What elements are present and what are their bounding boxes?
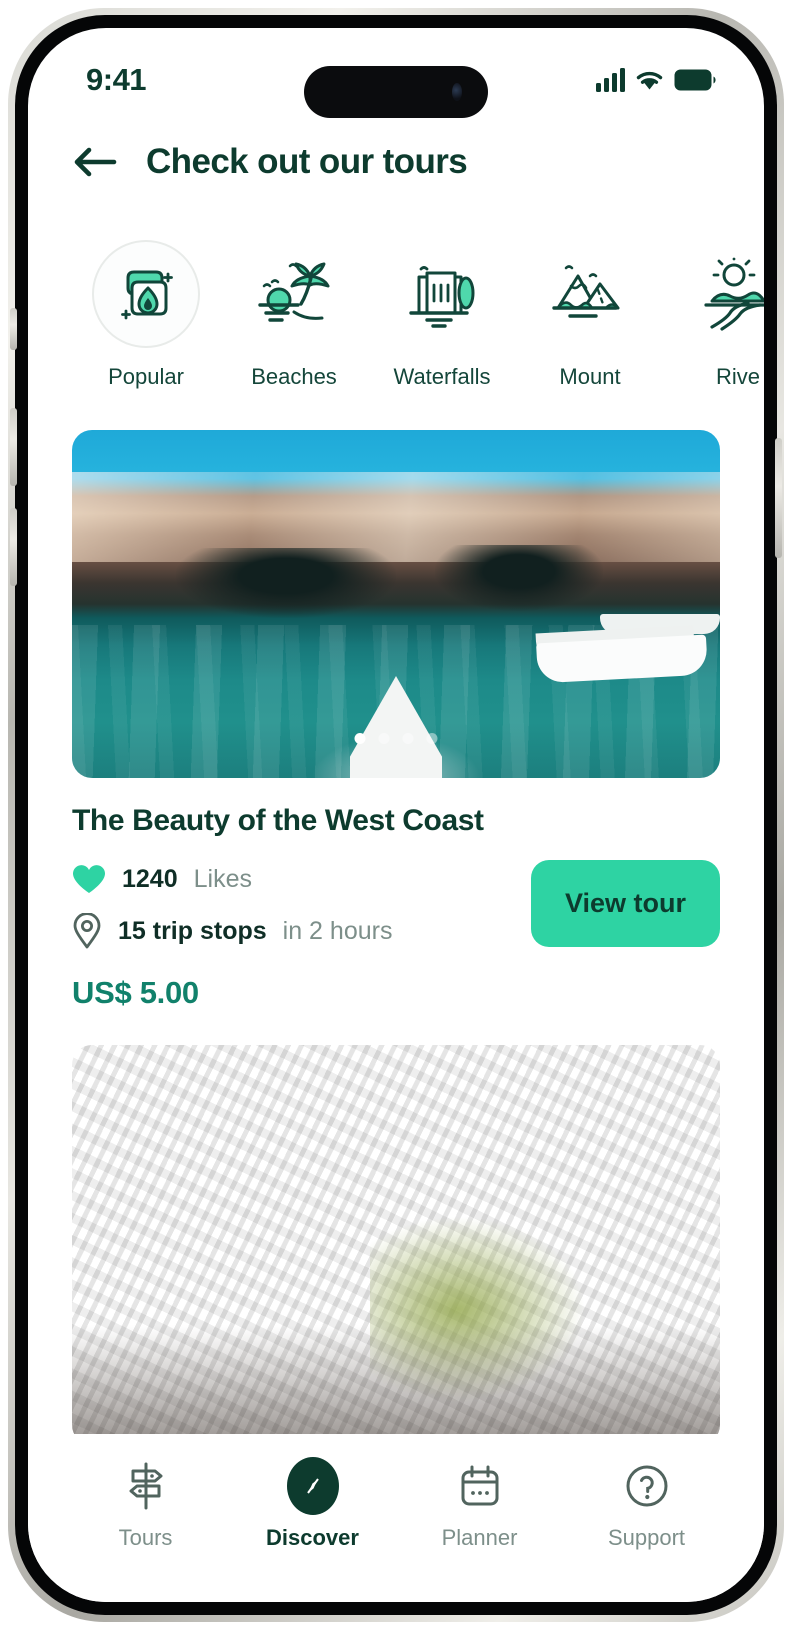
bottom-nav[interactable]: Tours Discover Planner Support — [28, 1434, 764, 1602]
phone-screen: 9:41 Check out our tours Popular Beaches… — [28, 28, 764, 1602]
phone-frame: 9:41 Check out our tours Popular Beaches… — [8, 8, 784, 1622]
view-tour-button[interactable]: View tour — [530, 860, 720, 947]
likes-label: Likes — [193, 865, 252, 893]
arrow-left-icon — [74, 147, 117, 177]
app-content: Check out our tours Popular Beaches Wate… — [28, 28, 764, 1602]
tour-body: 1240 Likes 15 trip stops in 2 hours View… — [72, 860, 720, 949]
tour-meta: 1240 Likes 15 trip stops in 2 hours — [72, 860, 392, 949]
front-camera-icon — [452, 83, 462, 101]
category-item-mount[interactable]: Mount — [516, 240, 664, 390]
nav-label: Discover — [266, 1525, 359, 1550]
nav-item-tours[interactable]: Tours — [71, 1460, 221, 1551]
nav-label: Support — [607, 1525, 686, 1550]
nav-item-support[interactable]: Support — [572, 1460, 722, 1551]
back-button[interactable] — [72, 145, 118, 179]
question-mark-icon — [623, 1460, 671, 1512]
category-strip[interactable]: Popular Beaches Waterfalls Mount Rive — [28, 192, 764, 390]
category-label: Rive — [715, 364, 760, 389]
cave-opening-left — [175, 548, 396, 618]
popular-fire-icon — [92, 240, 200, 348]
tour-price: US$ 5.00 — [72, 975, 199, 1010]
status-icons — [596, 68, 716, 92]
tour-card[interactable]: The Beauty of the West Coast 1240 Likes — [72, 430, 720, 1011]
category-label: Mount — [559, 364, 621, 389]
nav-item-discover[interactable]: Discover — [238, 1457, 388, 1551]
category-item-beaches[interactable]: Beaches — [220, 240, 368, 390]
boat-far — [600, 614, 720, 635]
beach-palm-icon — [240, 240, 348, 348]
carousel-dots[interactable] — [354, 733, 438, 744]
phone-bezel: 9:41 Check out our tours Popular Beaches… — [15, 15, 777, 1615]
heart-filled-icon — [73, 865, 105, 893]
calendar-icon — [456, 1460, 504, 1512]
map-pin-icon — [73, 913, 101, 949]
carousel-dot-2[interactable] — [378, 733, 390, 744]
volume-up-button[interactable] — [10, 408, 17, 486]
category-label: Popular — [108, 364, 184, 389]
stops-text: 15 trip stops — [118, 916, 267, 945]
cellular-signal-icon — [596, 68, 625, 92]
nav-item-planner[interactable]: Planner — [405, 1460, 555, 1551]
battery-full-icon — [674, 69, 716, 91]
tour-title: The Beauty of the West Coast — [72, 804, 484, 837]
dynamic-island[interactable] — [304, 66, 488, 118]
category-label: Beaches — [251, 364, 337, 389]
duration-text: in 2 hours — [282, 916, 393, 945]
category-item-waterfalls[interactable]: Waterfalls — [368, 240, 516, 390]
river-sunrise-icon — [684, 240, 764, 348]
category-item-rivers[interactable]: Rive — [664, 240, 764, 390]
carousel-dot-1[interactable] — [354, 733, 366, 744]
nav-label: Planner — [441, 1525, 518, 1550]
tour-hero-image[interactable] — [72, 430, 720, 778]
mountain-icon — [536, 240, 644, 348]
page-header: Check out our tours — [28, 124, 764, 192]
status-time: 9:41 — [86, 62, 147, 97]
compass-icon — [286, 1457, 339, 1515]
tour-list[interactable]: The Beauty of the West Coast 1240 Likes — [28, 390, 764, 1602]
rock-highlight — [72, 471, 720, 563]
likes-count: 1240 — [122, 865, 178, 893]
volume-down-button[interactable] — [10, 508, 17, 586]
carousel-dot-3[interactable] — [402, 733, 414, 744]
cave-shadow — [72, 1325, 720, 1445]
stops-row: 15 trip stops in 2 hours — [72, 913, 392, 949]
cave-opening-right — [434, 544, 604, 611]
silent-switch-button[interactable] — [10, 308, 17, 350]
carousel-dot-4[interactable] — [426, 733, 438, 744]
waterfall-icon — [388, 240, 496, 348]
wifi-icon — [636, 71, 663, 90]
likes-row: 1240 Likes — [72, 864, 392, 895]
power-button[interactable] — [775, 438, 782, 558]
nav-label: Tours — [118, 1525, 173, 1550]
category-label: Waterfalls — [393, 364, 491, 389]
tour-hero-image[interactable] — [72, 1045, 720, 1445]
tour-card[interactable] — [72, 1045, 720, 1445]
signpost-icon — [123, 1460, 169, 1512]
category-item-popular[interactable]: Popular — [72, 240, 220, 390]
page-title: Check out our tours — [146, 142, 468, 181]
